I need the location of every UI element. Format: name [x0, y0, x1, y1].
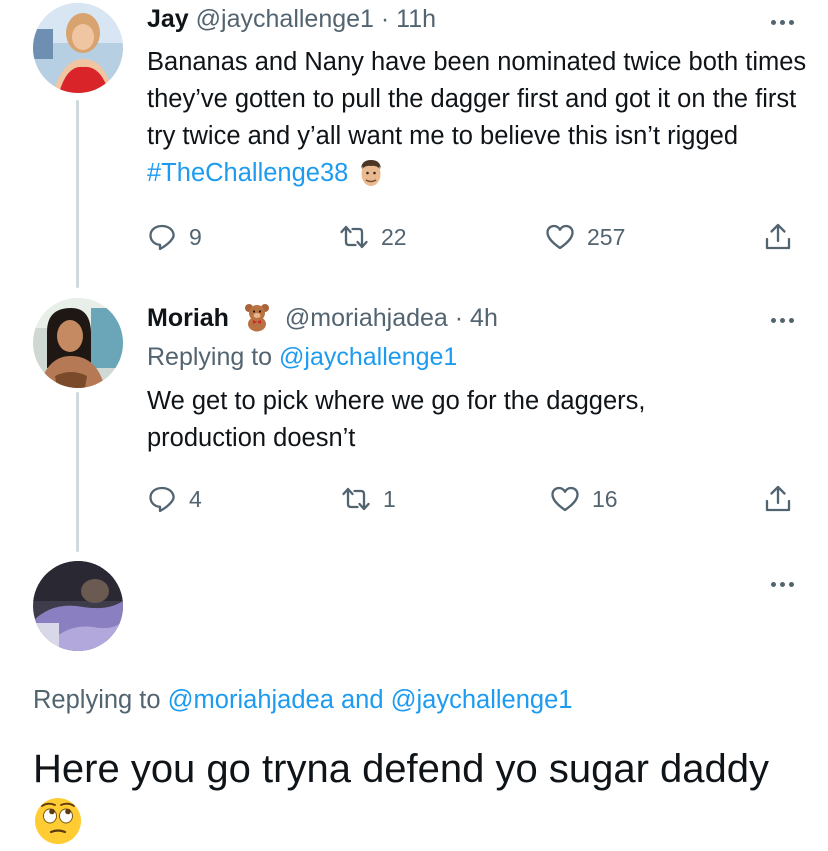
user-handle[interactable]: @jaychallenge1	[196, 5, 374, 33]
replying-to-label: Replying to	[33, 686, 168, 714]
more-icon[interactable]	[771, 20, 794, 25]
more-icon[interactable]	[771, 582, 794, 587]
tweet-text-main: Bananas and Nany have been nominated twi…	[147, 48, 807, 150]
replying-to: Replying to @jaychallenge1	[147, 342, 457, 372]
reply-count: 4	[189, 485, 202, 512]
eye-roll-emoji	[33, 796, 83, 851]
reply-count: 9	[189, 223, 202, 250]
reply-icon	[149, 486, 175, 513]
like-icon	[546, 224, 574, 250]
tweet-header: Moriah @moriahjadea · 4h	[147, 302, 498, 339]
reply-icon	[149, 224, 175, 251]
focused-tweet-text: Here you go tryna defend yo sugar daddy	[33, 742, 813, 851]
avatar[interactable]	[33, 561, 123, 651]
man-face-emoji	[355, 157, 387, 200]
like-count: 257	[587, 223, 626, 250]
replying-to: Replying to @moriahjadea and @jaychallen…	[33, 684, 572, 716]
like-button[interactable]: 257	[545, 220, 625, 254]
thread-line	[76, 100, 79, 288]
share-icon	[765, 223, 791, 250]
like-button[interactable]: 16	[550, 482, 618, 516]
mention-link[interactable]: @jaychallenge1	[279, 343, 457, 371]
mention-link[interactable]: @jaychallenge1	[391, 686, 573, 714]
tweet-text: We get to pick where we go for the dagge…	[147, 387, 646, 452]
avatar[interactable]	[33, 298, 123, 388]
retweet-count: 1	[383, 485, 396, 512]
teddy-bear-emoji	[242, 302, 272, 339]
avatar[interactable]	[33, 3, 123, 93]
share-icon	[765, 485, 791, 512]
share-button[interactable]	[763, 482, 793, 516]
retweet-button[interactable]: 1	[341, 482, 396, 516]
replying-to-label: Replying to	[147, 343, 280, 371]
thread-line	[76, 392, 79, 552]
hashtag-link[interactable]: #TheChallenge38	[147, 159, 348, 187]
user-handle[interactable]: @moriahjadea	[285, 304, 448, 332]
like-icon	[551, 486, 579, 512]
tweet-header: Jay @jaychallenge1 · 11h	[147, 4, 436, 34]
retweet-icon	[342, 487, 370, 511]
reply-button[interactable]: 4	[147, 482, 202, 516]
retweet-button[interactable]: 22	[339, 220, 407, 254]
display-name[interactable]: Moriah	[147, 304, 229, 332]
tweet-actions: 9 22 257	[147, 220, 797, 254]
focused-text: Here you go tryna defend yo sugar daddy	[33, 747, 770, 791]
reply-button[interactable]: 9	[147, 220, 202, 254]
like-count: 16	[592, 485, 618, 512]
tweet-actions: 4 1 16	[147, 482, 797, 516]
display-name[interactable]: Jay	[147, 5, 189, 33]
tweet-text: Bananas and Nany have been nominated twi…	[147, 44, 807, 200]
retweet-icon	[340, 225, 368, 249]
retweet-count: 22	[381, 223, 407, 250]
timestamp[interactable]: · 4h	[455, 304, 498, 332]
more-icon[interactable]	[771, 318, 794, 323]
share-button[interactable]	[763, 220, 793, 254]
mention-link[interactable]: @moriahjadea	[168, 686, 334, 714]
timestamp[interactable]: · 11h	[381, 5, 436, 33]
replying-and: and	[333, 686, 391, 714]
